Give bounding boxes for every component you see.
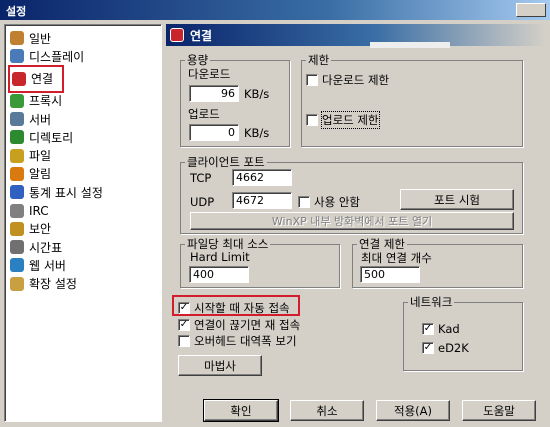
- sidebar-item-label: 시간표: [29, 240, 63, 255]
- help-button[interactable]: 도움말: [462, 400, 536, 421]
- sidebar-item[interactable]: 시간표: [7, 238, 161, 256]
- port-test-button[interactable]: 포트 시험: [400, 189, 514, 210]
- stats-icon: [10, 185, 24, 200]
- ed2k-label: eD2K: [438, 341, 469, 355]
- upload-capacity-input[interactable]: [189, 124, 239, 141]
- calendar-icon: [10, 240, 24, 255]
- sidebar-item-label: 확장 설정: [29, 277, 77, 292]
- checkbox-box[interactable]: [178, 335, 190, 347]
- download-unit: KB/s: [244, 87, 270, 101]
- display-icon: [10, 49, 24, 64]
- sidebar-item[interactable]: 연결: [8, 64, 64, 93]
- cancel-button[interactable]: 취소: [290, 400, 364, 421]
- hard-limit-input[interactable]: [189, 266, 249, 283]
- plug-icon: [12, 71, 26, 86]
- max-connections-input[interactable]: [360, 266, 420, 283]
- client-port-legend: 클라이언트 포트: [187, 155, 265, 169]
- download-capacity-input[interactable]: [189, 85, 239, 102]
- reconnect-label: 연결이 끊기면 재 접속: [194, 318, 301, 332]
- extensions-icon: [10, 276, 24, 291]
- panel-title: 연결: [190, 28, 213, 43]
- sidebar-item[interactable]: 일반: [7, 29, 161, 47]
- disable-udp-label: 사용 안함: [314, 195, 360, 209]
- sidebar-item-label: 서버: [29, 112, 52, 127]
- file-icon: [10, 148, 24, 163]
- plug-icon: [170, 28, 184, 42]
- sidebar-item[interactable]: 파일: [7, 146, 161, 164]
- udp-port-input[interactable]: [232, 192, 292, 209]
- kad-checkbox[interactable]: ✓ Kad: [422, 322, 460, 336]
- checkbox-box[interactable]: [306, 74, 318, 86]
- sidebar-item-label: 프록시: [29, 94, 63, 109]
- server-icon: [10, 112, 24, 127]
- download-label: 다운로드: [188, 67, 231, 81]
- panel-header: 연결: [166, 24, 546, 46]
- upload-limit-checkbox[interactable]: 업로드 제한: [306, 111, 380, 129]
- lock-icon: [10, 221, 24, 236]
- sidebar-item[interactable]: 디렉토리: [7, 128, 161, 146]
- tcp-port-input[interactable]: [232, 169, 292, 186]
- irc-icon: [10, 203, 24, 218]
- reconnect-checkbox[interactable]: ✓ 연결이 끊기면 재 접속: [178, 317, 300, 333]
- max-connections-label: 최대 연결 개수: [361, 251, 432, 265]
- disable-udp-checkbox[interactable]: 사용 안함: [298, 194, 360, 210]
- sidebar-item[interactable]: 통계 표시 설정: [7, 183, 161, 201]
- sidebar-item-label: 디스플레이: [29, 49, 85, 64]
- sidebar-item-label: 웹 서버: [29, 258, 66, 273]
- sidebar-item-label: IRC: [29, 203, 49, 218]
- window-controls[interactable]: [516, 3, 546, 17]
- sidebar-item-label: 디렉토리: [29, 130, 74, 145]
- network-legend: 네트워크: [410, 295, 453, 309]
- limits-group: 제한: [301, 52, 523, 147]
- image-artifact: [370, 42, 450, 48]
- sidebar-item[interactable]: 프록시: [7, 92, 161, 110]
- hard-limit-label: Hard Limit: [190, 250, 250, 264]
- sidebar-item-label: 통계 표시 설정: [29, 185, 103, 200]
- download-limit-checkbox[interactable]: 다운로드 제한: [306, 72, 389, 88]
- settings-sidebar[interactable]: 일반디스플레이연결프록시서버디렉토리파일알림통계 표시 설정 IRC 보안시간표웹 …: [4, 24, 162, 422]
- overhead-checkbox[interactable]: 오버헤드 대역폭 보기: [178, 333, 297, 349]
- sidebar-item-label: 연결: [31, 72, 54, 87]
- checkbox-box[interactable]: ✓: [422, 342, 434, 354]
- upload-limit-label: 업로드 제한: [321, 111, 380, 129]
- checkbox-box[interactable]: ✓: [422, 323, 434, 335]
- sidebar-item[interactable]: 확장 설정: [7, 275, 161, 293]
- checkbox-box[interactable]: ✓: [178, 319, 190, 331]
- sidebar-item[interactable]: IRC: [7, 201, 161, 219]
- sidebar-item-label: 파일: [29, 149, 52, 164]
- limits-legend: 제한: [308, 53, 330, 67]
- kad-label: Kad: [438, 322, 460, 336]
- tcp-label: TCP: [190, 171, 212, 185]
- network-group: 네트워크: [403, 294, 523, 371]
- sidebar-item[interactable]: 서버: [7, 110, 161, 128]
- sidebar-item-label: 보안: [29, 222, 52, 237]
- sidebar-item-label: 일반: [29, 31, 52, 46]
- sidebar-item[interactable]: 디스플레이: [7, 47, 161, 65]
- proxy-icon: [10, 93, 24, 108]
- sidebar-item-label: 알림: [29, 167, 52, 182]
- bell-icon: [10, 166, 24, 181]
- ok-button[interactable]: 확인: [203, 399, 279, 422]
- udp-label: UDP: [190, 195, 215, 209]
- window-title: 설정: [6, 5, 27, 18]
- gear-icon: [10, 31, 24, 46]
- overhead-label: 오버헤드 대역폭 보기: [194, 334, 297, 348]
- upload-label: 업로드: [188, 107, 220, 121]
- apply-button[interactable]: 적용(A): [376, 400, 450, 421]
- checkbox-box[interactable]: [306, 114, 318, 126]
- upload-unit: KB/s: [244, 126, 270, 140]
- winxp-firewall-button[interactable]: WinXP 내부 방화벽에서 포트 열기: [190, 212, 514, 230]
- sidebar-item[interactable]: 알림: [7, 165, 161, 183]
- sidebar-item[interactable]: 보안: [7, 220, 161, 238]
- checkbox-box[interactable]: [298, 196, 310, 208]
- title-bar[interactable]: 설정: [0, 0, 550, 20]
- wizard-button[interactable]: 마법사: [178, 355, 262, 376]
- download-limit-label: 다운로드 제한: [322, 73, 390, 87]
- highlight-annotation: [172, 295, 300, 316]
- sidebar-item[interactable]: 웹 서버: [7, 256, 161, 274]
- ed2k-checkbox[interactable]: ✓ eD2K: [422, 341, 469, 355]
- globe-icon: [10, 258, 24, 273]
- folder-icon: [10, 130, 24, 145]
